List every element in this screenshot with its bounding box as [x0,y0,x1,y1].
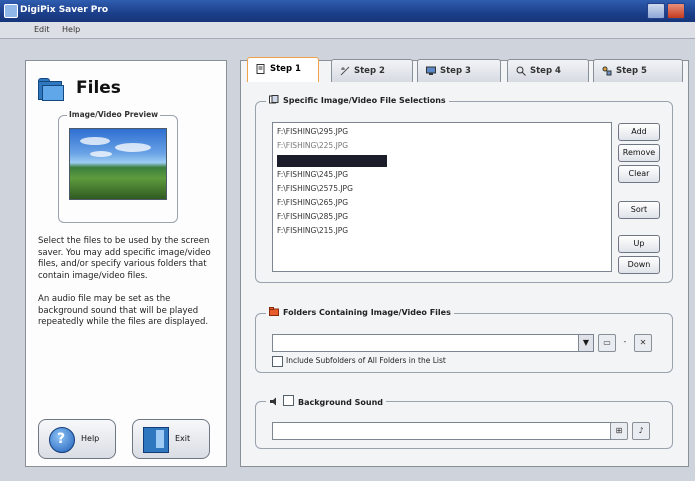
help-icon: ? [49,427,75,453]
tab-step-1[interactable]: Step 1 [247,57,319,82]
file-selections-text: Specific Image/Video File Selections [283,96,446,105]
folders-group: Folders Containing Image/Video Files ▼ ▭… [255,307,673,373]
folder-small-icon [269,307,279,316]
files-icon [269,95,279,104]
preview-image [69,128,167,200]
folders-label: Folders Containing Image/Video Files [266,307,454,317]
file-list[interactable]: F:\FISHING\295.JPG F:\FISHING\225.JPG F:… [272,122,612,272]
background-sound-legend: Background Sound [266,395,387,407]
menu-edit[interactable]: Edit [34,25,50,34]
browse-folder-icon[interactable]: ▭ [598,334,616,352]
background-sound-group: Background Sound ⊞ ♪ [255,395,673,449]
list-item[interactable]: F:\FISHING\265.JPG [277,198,348,209]
chevron-down-icon[interactable]: ▼ [578,335,593,351]
tab-label: Step 1 [270,64,301,74]
close-button[interactable] [667,3,685,19]
list-item[interactable]: F:\FISHING\215.JPG [277,226,348,237]
tab-step-5[interactable]: Step 5 [593,59,683,82]
file-selections-label: Specific Image/Video File Selections [266,95,449,105]
folders-text: Folders Containing Image/Video Files [283,308,451,317]
include-subfolders-label: Include Subfolders of All Folders in the… [286,356,446,365]
info-panel: Files Image/Video Preview Select the fil… [25,60,227,467]
image-preview-group: Image/Video Preview [58,110,178,223]
list-item[interactable]: F:\FISHING\225.JPG [277,141,348,152]
description-files: Select the files to be used by the scree… [38,236,211,281]
exit-door-icon [143,427,169,453]
tab-step-3[interactable]: Step 3 [417,59,501,82]
title-bar: DigiPix Saver Pro [0,0,695,22]
help-button[interactable]: ? Help [38,419,116,459]
menu-bar: Edit Help [0,22,695,39]
tools-icon [602,66,612,76]
description: Select the files to be used by the scree… [38,236,220,341]
exit-button[interactable]: Exit [132,419,210,459]
search-icon [516,66,526,76]
play-sound-icon[interactable]: ♪ [632,422,650,440]
tab-step-4[interactable]: Step 4 [507,59,589,82]
tab-label: Step 2 [354,66,385,76]
menu-help[interactable]: Help [62,25,80,34]
speaker-icon [270,397,276,406]
list-item-selected[interactable] [277,155,387,167]
background-sound-label: Background Sound [298,398,384,407]
page-title: Files [76,78,121,98]
background-sound-checkbox[interactable] [283,395,294,406]
down-button[interactable]: Down [618,256,660,274]
remove-folder-icon[interactable]: ✕ [634,334,652,352]
list-item[interactable]: F:\FISHING\285.JPG [277,212,348,223]
up-button[interactable]: Up [618,235,660,253]
list-item[interactable]: F:\FISHING\245.JPG [277,170,348,181]
step-content: Step 1 Step 2 Step 3 Step 4 Step 5 Speci… [240,57,689,467]
sort-button[interactable]: Sort [618,201,660,219]
sound-file-input[interactable] [272,422,626,440]
tab-label: Step 3 [440,66,471,76]
tab-label: Step 5 [616,66,647,76]
exit-label: Exit [175,434,191,443]
list-item[interactable]: F:\FISHING\295.JPG [277,127,348,138]
app-icon [4,4,18,18]
help-label: Help [81,434,100,443]
remove-button[interactable]: Remove [618,144,660,162]
tab-label: Step 4 [530,66,561,76]
dash-icon: - [623,337,627,346]
include-subfolders-checkbox[interactable] [272,356,283,367]
add-button[interactable]: Add [618,123,660,141]
monitor-icon [426,66,436,75]
list-item[interactable]: F:\FISHING\2575.JPG [277,184,353,195]
tab-step-2[interactable]: Step 2 [331,59,413,82]
file-selections-group: Specific Image/Video File Selections F:\… [255,95,673,283]
window-title: DigiPix Saver Pro [20,5,109,15]
browse-sound-icon[interactable]: ⊞ [610,422,628,440]
page-icon [256,64,265,74]
folder-combo[interactable]: ▼ [272,334,594,352]
preview-label: Image/Video Preview [67,110,161,119]
effects-icon [340,66,350,76]
folder-icon [36,77,64,101]
minimize-button[interactable] [647,3,665,19]
description-audio: An audio file may be set as the backgrou… [38,294,209,327]
clear-button[interactable]: Clear [618,165,660,183]
